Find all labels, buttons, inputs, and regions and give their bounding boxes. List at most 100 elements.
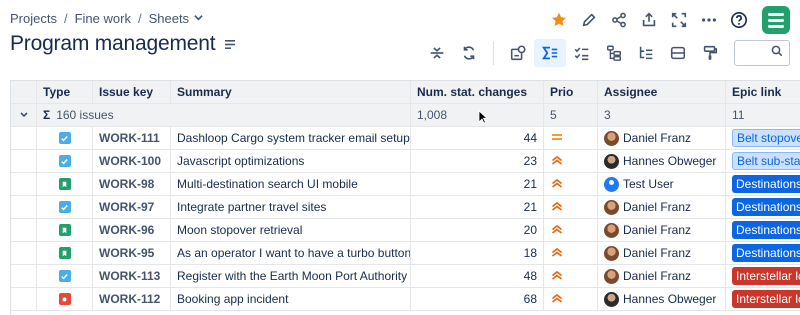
issue-key-link[interactable]: WORK-111 xyxy=(93,127,171,150)
summary-count: Σ 160 issues xyxy=(37,104,411,127)
epic-link-cell[interactable]: Interstellar lo xyxy=(726,265,800,288)
epic-lozenge[interactable]: Interstellar lo xyxy=(732,290,800,308)
issue-key-link[interactable]: WORK-98 xyxy=(93,173,171,196)
epic-link-cell[interactable]: Belt sub-stati xyxy=(726,150,800,173)
epic-link-cell[interactable]: Destinations xyxy=(726,173,800,196)
star-icon[interactable] xyxy=(544,6,574,34)
assignee-cell[interactable]: Daniel Franz xyxy=(598,127,726,150)
epic-link-cell[interactable]: Destinations xyxy=(726,219,800,242)
breadcrumb-fine-work[interactable]: Fine work xyxy=(75,11,131,26)
table-row[interactable]: WORK-100 Javascript optimizations 23 Hannes… xyxy=(11,150,800,173)
breadcrumb: Projects / Fine work / Sheets xyxy=(10,11,203,26)
type-cell xyxy=(37,242,93,265)
structure-icon[interactable] xyxy=(502,39,534,67)
assignee-cell[interactable]: Daniel Franz xyxy=(598,219,726,242)
row-gutter xyxy=(11,127,37,150)
epic-link-cell[interactable]: Destinations xyxy=(726,242,800,265)
expand-toggle[interactable] xyxy=(11,104,37,127)
assignee-name: Daniel Franz xyxy=(623,223,692,237)
avatar xyxy=(604,153,619,169)
table-row[interactable]: WORK-112 Booking app incident 68 Hannes Obw… xyxy=(11,288,800,311)
issue-type-task-icon xyxy=(58,155,71,167)
title-menu-icon[interactable] xyxy=(225,38,237,53)
help-icon[interactable] xyxy=(724,6,754,34)
export-icon[interactable] xyxy=(634,6,664,34)
summary-cell[interactable]: Integrate partner travel sites xyxy=(171,196,411,219)
assignee-cell[interactable]: Daniel Franz xyxy=(598,242,726,265)
stat-changes-cell: 20 xyxy=(411,219,544,242)
checklist-icon[interactable] xyxy=(566,39,598,67)
stat-changes-cell: 21 xyxy=(411,173,544,196)
table-row[interactable]: WORK-111 Dashloop Cargo system tracker em… xyxy=(11,127,800,150)
stat-changes-cell: 44 xyxy=(411,127,544,150)
epic-lozenge[interactable]: Belt sub-stati xyxy=(732,152,800,170)
table-row[interactable]: WORK-113 Register with the Earth Moon Por… xyxy=(11,265,800,288)
column-header-summary[interactable]: Summary xyxy=(171,81,411,104)
row-gutter xyxy=(11,150,37,173)
assignee-cell[interactable]: Hannes Obweger xyxy=(598,150,726,173)
sum-icon[interactable] xyxy=(534,39,566,67)
column-header-stat-changes[interactable]: Num. stat. changes xyxy=(411,81,544,104)
issue-key-link[interactable]: WORK-113 xyxy=(93,265,171,288)
chevron-down-icon[interactable] xyxy=(194,13,203,24)
summary-cell[interactable]: Dashloop Cargo system tracker email setu… xyxy=(171,127,411,150)
issue-key-link[interactable]: WORK-96 xyxy=(93,219,171,242)
assignee-name: Hannes Obweger xyxy=(623,292,717,306)
view-icon[interactable] xyxy=(662,39,694,67)
transform-icon[interactable] xyxy=(630,39,662,67)
collapse-rows-icon[interactable] xyxy=(421,39,453,67)
epic-lozenge[interactable]: Destinations xyxy=(732,198,800,216)
breadcrumb-sheets[interactable]: Sheets xyxy=(149,11,189,26)
assignee-cell[interactable]: Daniel Franz xyxy=(598,196,726,219)
hierarchy-icon[interactable] xyxy=(598,39,630,67)
epic-lozenge[interactable]: Destinations xyxy=(732,175,800,193)
issue-key-link[interactable]: WORK-112 xyxy=(93,288,171,311)
refresh-icon[interactable] xyxy=(453,39,485,67)
summary-cell[interactable]: Moon stopover retrieval xyxy=(171,219,411,242)
assignee-cell[interactable]: Daniel Franz xyxy=(598,265,726,288)
sheet-toolbar xyxy=(421,39,790,67)
assignee-name: Daniel Franz xyxy=(623,246,692,260)
epic-lozenge[interactable]: Belt stopover xyxy=(732,129,800,147)
summary-cell[interactable]: Register with the Earth Moon Port Author… xyxy=(171,265,411,288)
epic-lozenge[interactable]: Interstellar lo xyxy=(732,267,800,285)
breadcrumb-projects[interactable]: Projects xyxy=(10,11,57,26)
summary-cell[interactable]: Javascript optimizations xyxy=(171,150,411,173)
column-header-type[interactable]: Type xyxy=(37,81,93,104)
table-row[interactable]: WORK-98 Multi-destination search UI mobil… xyxy=(11,173,800,196)
epic-lozenge[interactable]: Destinations xyxy=(732,244,800,262)
stat-changes-cell: 23 xyxy=(411,150,544,173)
table-row[interactable]: WORK-96 Moon stopover retrieval 20 Daniel F… xyxy=(11,219,800,242)
epic-link-cell[interactable]: Destinations xyxy=(726,196,800,219)
edit-icon[interactable] xyxy=(574,6,604,34)
app-logo-icon[interactable] xyxy=(762,6,790,34)
fullscreen-icon[interactable] xyxy=(664,6,694,34)
header-spacer xyxy=(11,81,37,104)
epic-lozenge[interactable]: Destinations xyxy=(732,221,800,239)
search-input[interactable] xyxy=(734,40,790,66)
assignee-cell[interactable]: Hannes Obweger xyxy=(598,288,726,311)
more-icon[interactable] xyxy=(694,6,724,34)
avatar xyxy=(604,268,619,284)
summary-label: 160 issues xyxy=(56,108,114,122)
epic-link-cell[interactable]: Interstellar lo xyxy=(726,288,800,311)
assignee-cell[interactable]: Test User xyxy=(598,173,726,196)
table-row[interactable]: WORK-95 As an operator I want to have a t… xyxy=(11,242,800,265)
format-painter-icon[interactable] xyxy=(694,39,726,67)
column-header-assignee[interactable]: Assignee xyxy=(598,81,726,104)
epic-link-cell[interactable]: Belt stopover xyxy=(726,127,800,150)
summary-cell[interactable]: Multi-destination search UI mobile xyxy=(171,173,411,196)
issue-key-link[interactable]: WORK-95 xyxy=(93,242,171,265)
column-header-prio[interactable]: Prio xyxy=(544,81,598,104)
column-header-epic-link[interactable]: Epic link xyxy=(726,81,800,104)
issue-type-task-icon xyxy=(58,132,71,144)
summary-epic: 11 xyxy=(726,104,800,127)
summary-cell[interactable]: Booking app incident xyxy=(171,288,411,311)
summary-cell[interactable]: As an operator I want to have a turbo bu… xyxy=(171,242,411,265)
issue-type-story-icon xyxy=(58,247,71,259)
issue-key-link[interactable]: WORK-97 xyxy=(93,196,171,219)
share-icon[interactable] xyxy=(604,6,634,34)
issue-key-link[interactable]: WORK-100 xyxy=(93,150,171,173)
column-header-issue-key[interactable]: Issue key xyxy=(93,81,171,104)
table-row[interactable]: WORK-97 Integrate partner travel sites 21 D… xyxy=(11,196,800,219)
